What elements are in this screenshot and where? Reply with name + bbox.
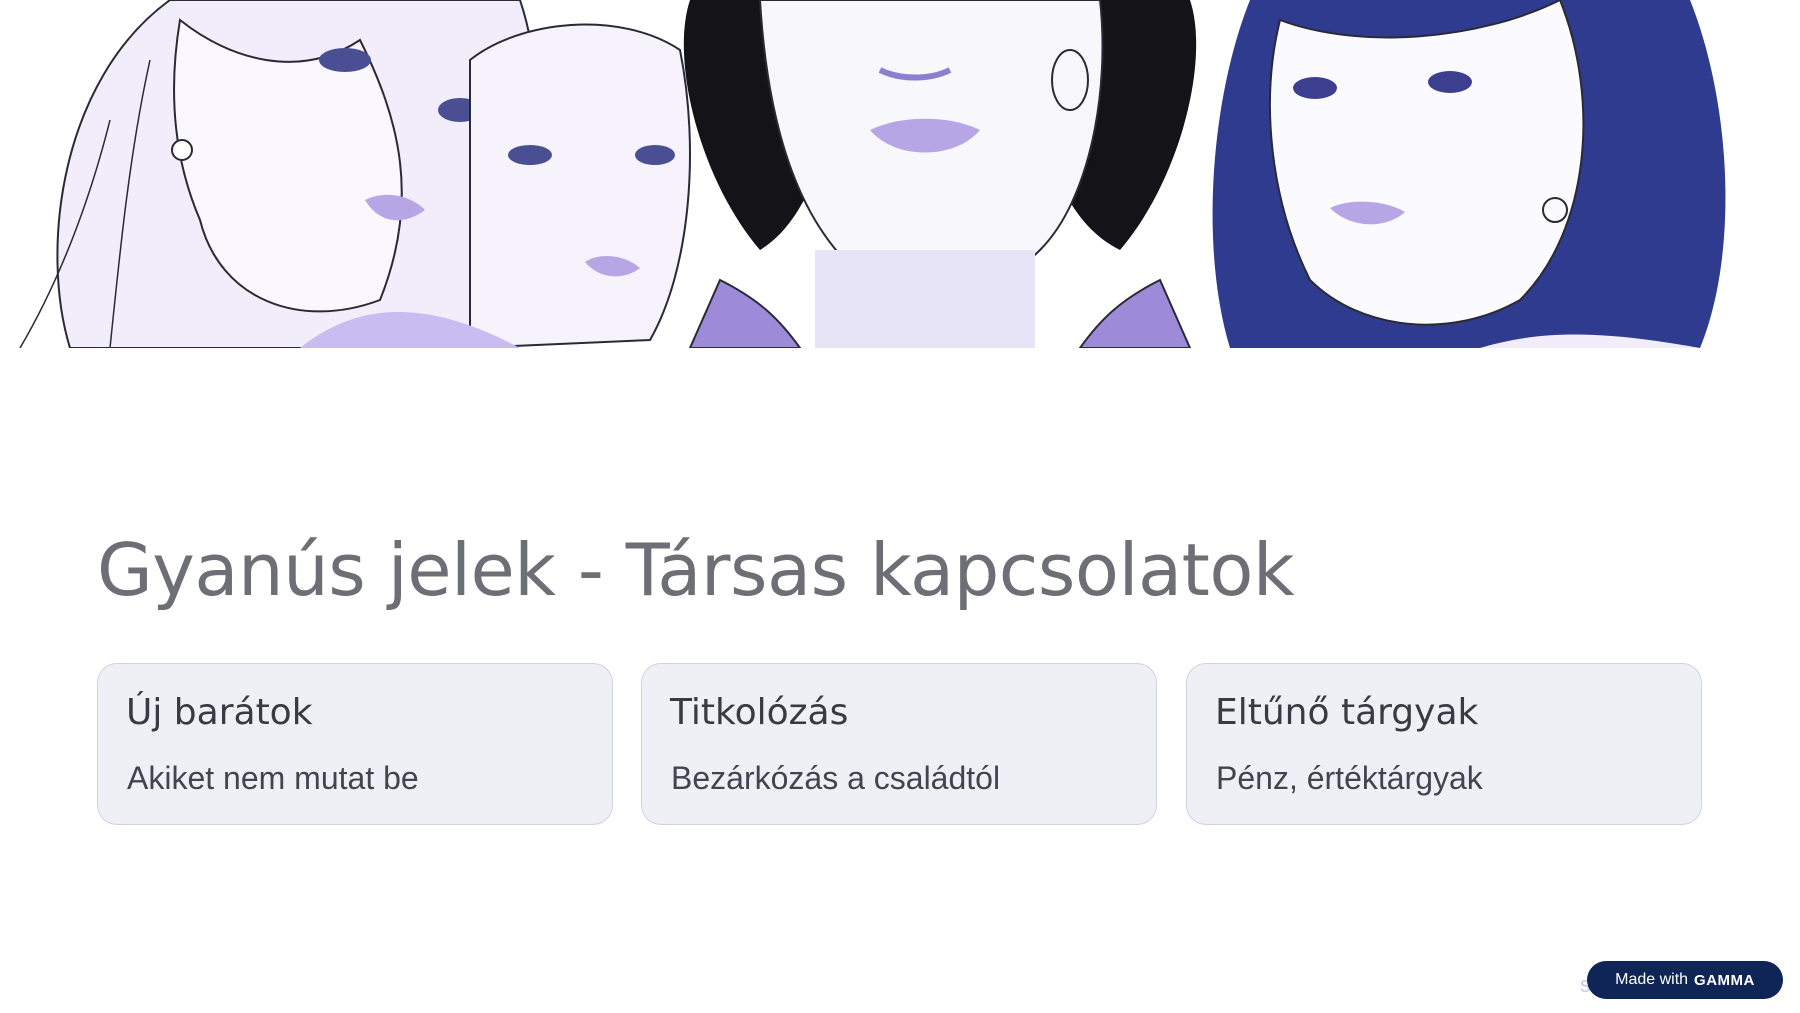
card-secrecy: Titkolózás Bezárkózás a családtól xyxy=(641,663,1157,825)
card-missing-items: Eltűnő tárgyak Pénz, értéktárgyak xyxy=(1186,663,1702,825)
card-description: Pénz, értéktárgyak xyxy=(1216,760,1483,796)
card-title: Új barátok xyxy=(126,692,313,733)
made-with-gamma-badge[interactable]: Made with GAMMA xyxy=(1587,961,1783,999)
card-description: Bezárkózás a családtól xyxy=(671,760,1001,796)
badge-prefix: Made with xyxy=(1615,971,1689,988)
card-title: Eltűnő tárgyak xyxy=(1215,692,1479,733)
slide-title: Gyanús jelek - Társas kapcsolatok xyxy=(97,528,1295,612)
card-description: Akiket nem mutat be xyxy=(127,760,419,796)
card-new-friends: Új barátok Akiket nem mutat be xyxy=(97,663,613,825)
card-title: Titkolózás xyxy=(670,692,849,733)
gamma-logo: GAMMA xyxy=(1694,971,1755,989)
hero-illustration xyxy=(0,0,1800,348)
illustration-girl-right xyxy=(1212,0,1726,348)
